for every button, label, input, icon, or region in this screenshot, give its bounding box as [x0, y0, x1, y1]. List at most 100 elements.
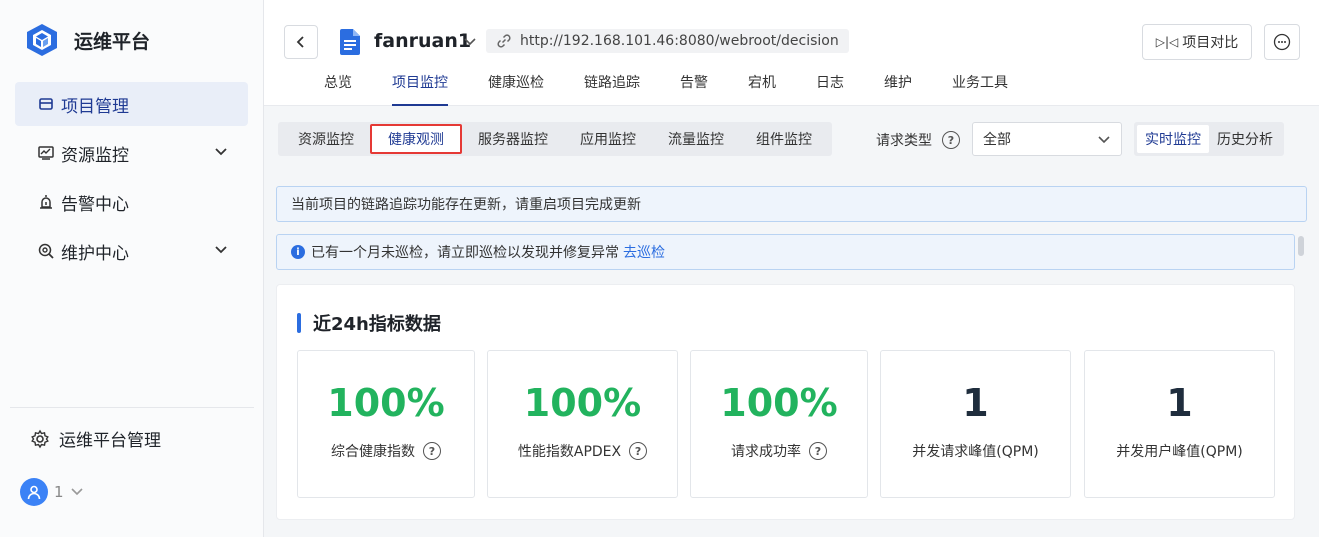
project-tabs: 总览 项目监控 健康巡检 链路追踪 告警 宕机 日志 维护 业务工具	[324, 72, 1048, 106]
tab-alert[interactable]: 告警	[680, 72, 708, 106]
inspect-notice: i 已有一个月未巡检，请立即巡检以发现并修复异常 去巡检	[276, 234, 1295, 270]
scrollbar[interactable]	[1298, 236, 1304, 256]
tab-overview[interactable]: 总览	[324, 72, 352, 106]
link-icon	[497, 34, 511, 48]
panel-title: 近24h指标数据	[297, 310, 441, 336]
sidebar-item-platform-admin[interactable]: 运维平台管理	[30, 426, 161, 451]
subtab-health-observe[interactable]: 健康观测	[370, 124, 462, 154]
more-icon	[1273, 33, 1291, 51]
main-content: 资源监控 健康观测 服务器监控 应用监控 流量监控 组件监控 请求类型 ? 全部…	[264, 106, 1319, 537]
metric-label-text: 综合健康指数	[331, 444, 415, 460]
tab-log[interactable]: 日志	[816, 72, 844, 106]
tab-downtime[interactable]: 宕机	[748, 72, 776, 106]
request-type-select[interactable]: 全部	[972, 122, 1122, 156]
metric-value: 100%	[523, 381, 642, 425]
help-icon[interactable]: ?	[809, 442, 827, 460]
metric-label-text: 请求成功率	[731, 444, 801, 460]
tab-trace[interactable]: 链路追踪	[584, 72, 640, 106]
sidebar-item-label: 项目管理	[61, 96, 129, 117]
sidebar: 运维平台 项目管理 资源监控 告警中心 维护中心 运维平台管理 1	[0, 0, 264, 537]
brand[interactable]: 运维平台	[24, 22, 150, 58]
help-icon[interactable]: ?	[629, 442, 648, 460]
monitor-chart-icon	[37, 144, 55, 162]
project-url[interactable]: http://192.168.101.46:8080/webroot/decis…	[486, 29, 849, 53]
metric-value: 1	[1166, 381, 1193, 425]
chevron-down-icon[interactable]	[214, 145, 228, 159]
help-icon[interactable]: ?	[423, 442, 441, 460]
request-type-label: 请求类型 ?	[876, 130, 960, 150]
sidebar-item-label: 维护中心	[61, 243, 129, 264]
metrics-panel: 近24h指标数据 100% 综合健康指数 ? 100% 性能指数APDEX ? …	[276, 284, 1295, 520]
sidebar-item-resource-monitor[interactable]: 资源监控	[15, 131, 248, 175]
subtab-traffic-monitor[interactable]: 流量监控	[652, 124, 740, 154]
realtime-monitor-button[interactable]: 实时监控	[1137, 125, 1209, 153]
subtab-server-monitor[interactable]: 服务器监控	[462, 124, 564, 154]
admin-label: 运维平台管理	[59, 431, 161, 451]
update-notice: 当前项目的链路追踪功能存在更新，请重启项目完成更新	[276, 186, 1307, 222]
subtab-app-monitor[interactable]: 应用监控	[564, 124, 652, 154]
metric-card-success-rate: 100% 请求成功率 ?	[690, 350, 868, 498]
sidebar-item-label: 资源监控	[61, 145, 129, 166]
sidebar-item-alert-center[interactable]: 告警中心	[15, 180, 248, 224]
user-icon	[27, 485, 41, 500]
panel-title-text: 近24h指标数据	[313, 314, 441, 335]
project-name[interactable]: fanruan1	[374, 30, 471, 52]
brand-name: 运维平台	[74, 30, 151, 53]
metric-label: 综合健康指数 ?	[298, 441, 474, 461]
url-text: http://192.168.101.46:8080/webroot/decis…	[520, 33, 839, 49]
metric-label: 请求成功率 ?	[691, 441, 867, 461]
user-name: 1	[54, 483, 64, 501]
monitor-subtabs: 资源监控 健康观测 服务器监控 应用监控 流量监控 组件监控	[278, 122, 832, 156]
metric-card-request-peak: 1 并发请求峰值(QPM)	[880, 350, 1071, 498]
user-menu[interactable]: 1	[20, 478, 84, 506]
metric-label: 性能指数APDEX ?	[488, 441, 677, 461]
request-type-text: 请求类型	[876, 133, 932, 149]
chevron-left-icon	[296, 36, 304, 48]
avatar	[20, 478, 48, 506]
header: fanruan1 http://192.168.101.46:8080/webr…	[264, 0, 1319, 106]
tab-project-monitor[interactable]: 项目监控	[392, 72, 448, 106]
chevron-down-icon[interactable]	[463, 35, 477, 49]
list-icon	[37, 95, 55, 113]
metric-card-health-index: 100% 综合健康指数 ?	[297, 350, 475, 498]
select-value: 全部	[983, 132, 1011, 148]
subtab-component-monitor[interactable]: 组件监控	[740, 124, 828, 154]
metric-label: 并发用户峰值(QPM)	[1085, 441, 1274, 461]
update-notice-text: 当前项目的链路追踪功能存在更新，请重启项目完成更新	[291, 197, 641, 213]
tab-business-tools[interactable]: 业务工具	[952, 72, 1008, 106]
cube-logo-icon	[27, 24, 57, 56]
tab-health-inspection[interactable]: 健康巡检	[488, 72, 544, 106]
mode-switch: 实时监控 历史分析	[1134, 122, 1284, 156]
chevron-down-icon	[70, 488, 83, 496]
sidebar-item-label: 告警中心	[61, 194, 129, 215]
metric-value: 1	[962, 381, 989, 425]
compare-button[interactable]: ▷|◁ 项目对比	[1142, 24, 1252, 60]
metric-label-text: 并发用户峰值(QPM)	[1116, 444, 1243, 460]
chevron-down-icon	[1098, 136, 1110, 144]
metric-label-text: 性能指数APDEX	[517, 444, 622, 460]
shield-wrench-icon	[37, 242, 55, 260]
metric-card-user-peak: 1 并发用户峰值(QPM)	[1084, 350, 1275, 498]
inspect-notice-text: 已有一个月未巡检，请立即巡检以发现并修复异常	[311, 245, 619, 261]
sidebar-item-maintenance-center[interactable]: 维护中心	[15, 229, 248, 273]
go-inspect-link[interactable]: 去巡检	[623, 242, 665, 262]
sidebar-item-project-management[interactable]: 项目管理	[15, 82, 248, 126]
subtab-resource-monitor[interactable]: 资源监控	[282, 124, 370, 154]
more-button[interactable]	[1264, 24, 1300, 60]
sidebar-divider	[10, 407, 254, 408]
metric-value: 100%	[327, 381, 445, 425]
chevron-down-icon[interactable]	[214, 243, 228, 257]
info-icon: i	[291, 245, 305, 259]
metric-label: 并发请求峰值(QPM)	[881, 441, 1070, 461]
compare-label: 项目对比	[1182, 35, 1239, 51]
back-button[interactable]	[284, 25, 318, 59]
metric-card-apdex: 100% 性能指数APDEX ?	[487, 350, 678, 498]
history-analysis-button[interactable]: 历史分析	[1209, 125, 1281, 153]
gear-icon	[31, 429, 49, 448]
tab-maintenance[interactable]: 维护	[884, 72, 912, 106]
help-icon[interactable]: ?	[942, 131, 960, 149]
title-accent-bar	[297, 313, 301, 333]
alarm-icon	[37, 193, 55, 211]
metric-label-text: 并发请求峰值(QPM)	[912, 444, 1039, 460]
sidebar-nav: 项目管理 资源监控 告警中心 维护中心	[15, 82, 248, 278]
